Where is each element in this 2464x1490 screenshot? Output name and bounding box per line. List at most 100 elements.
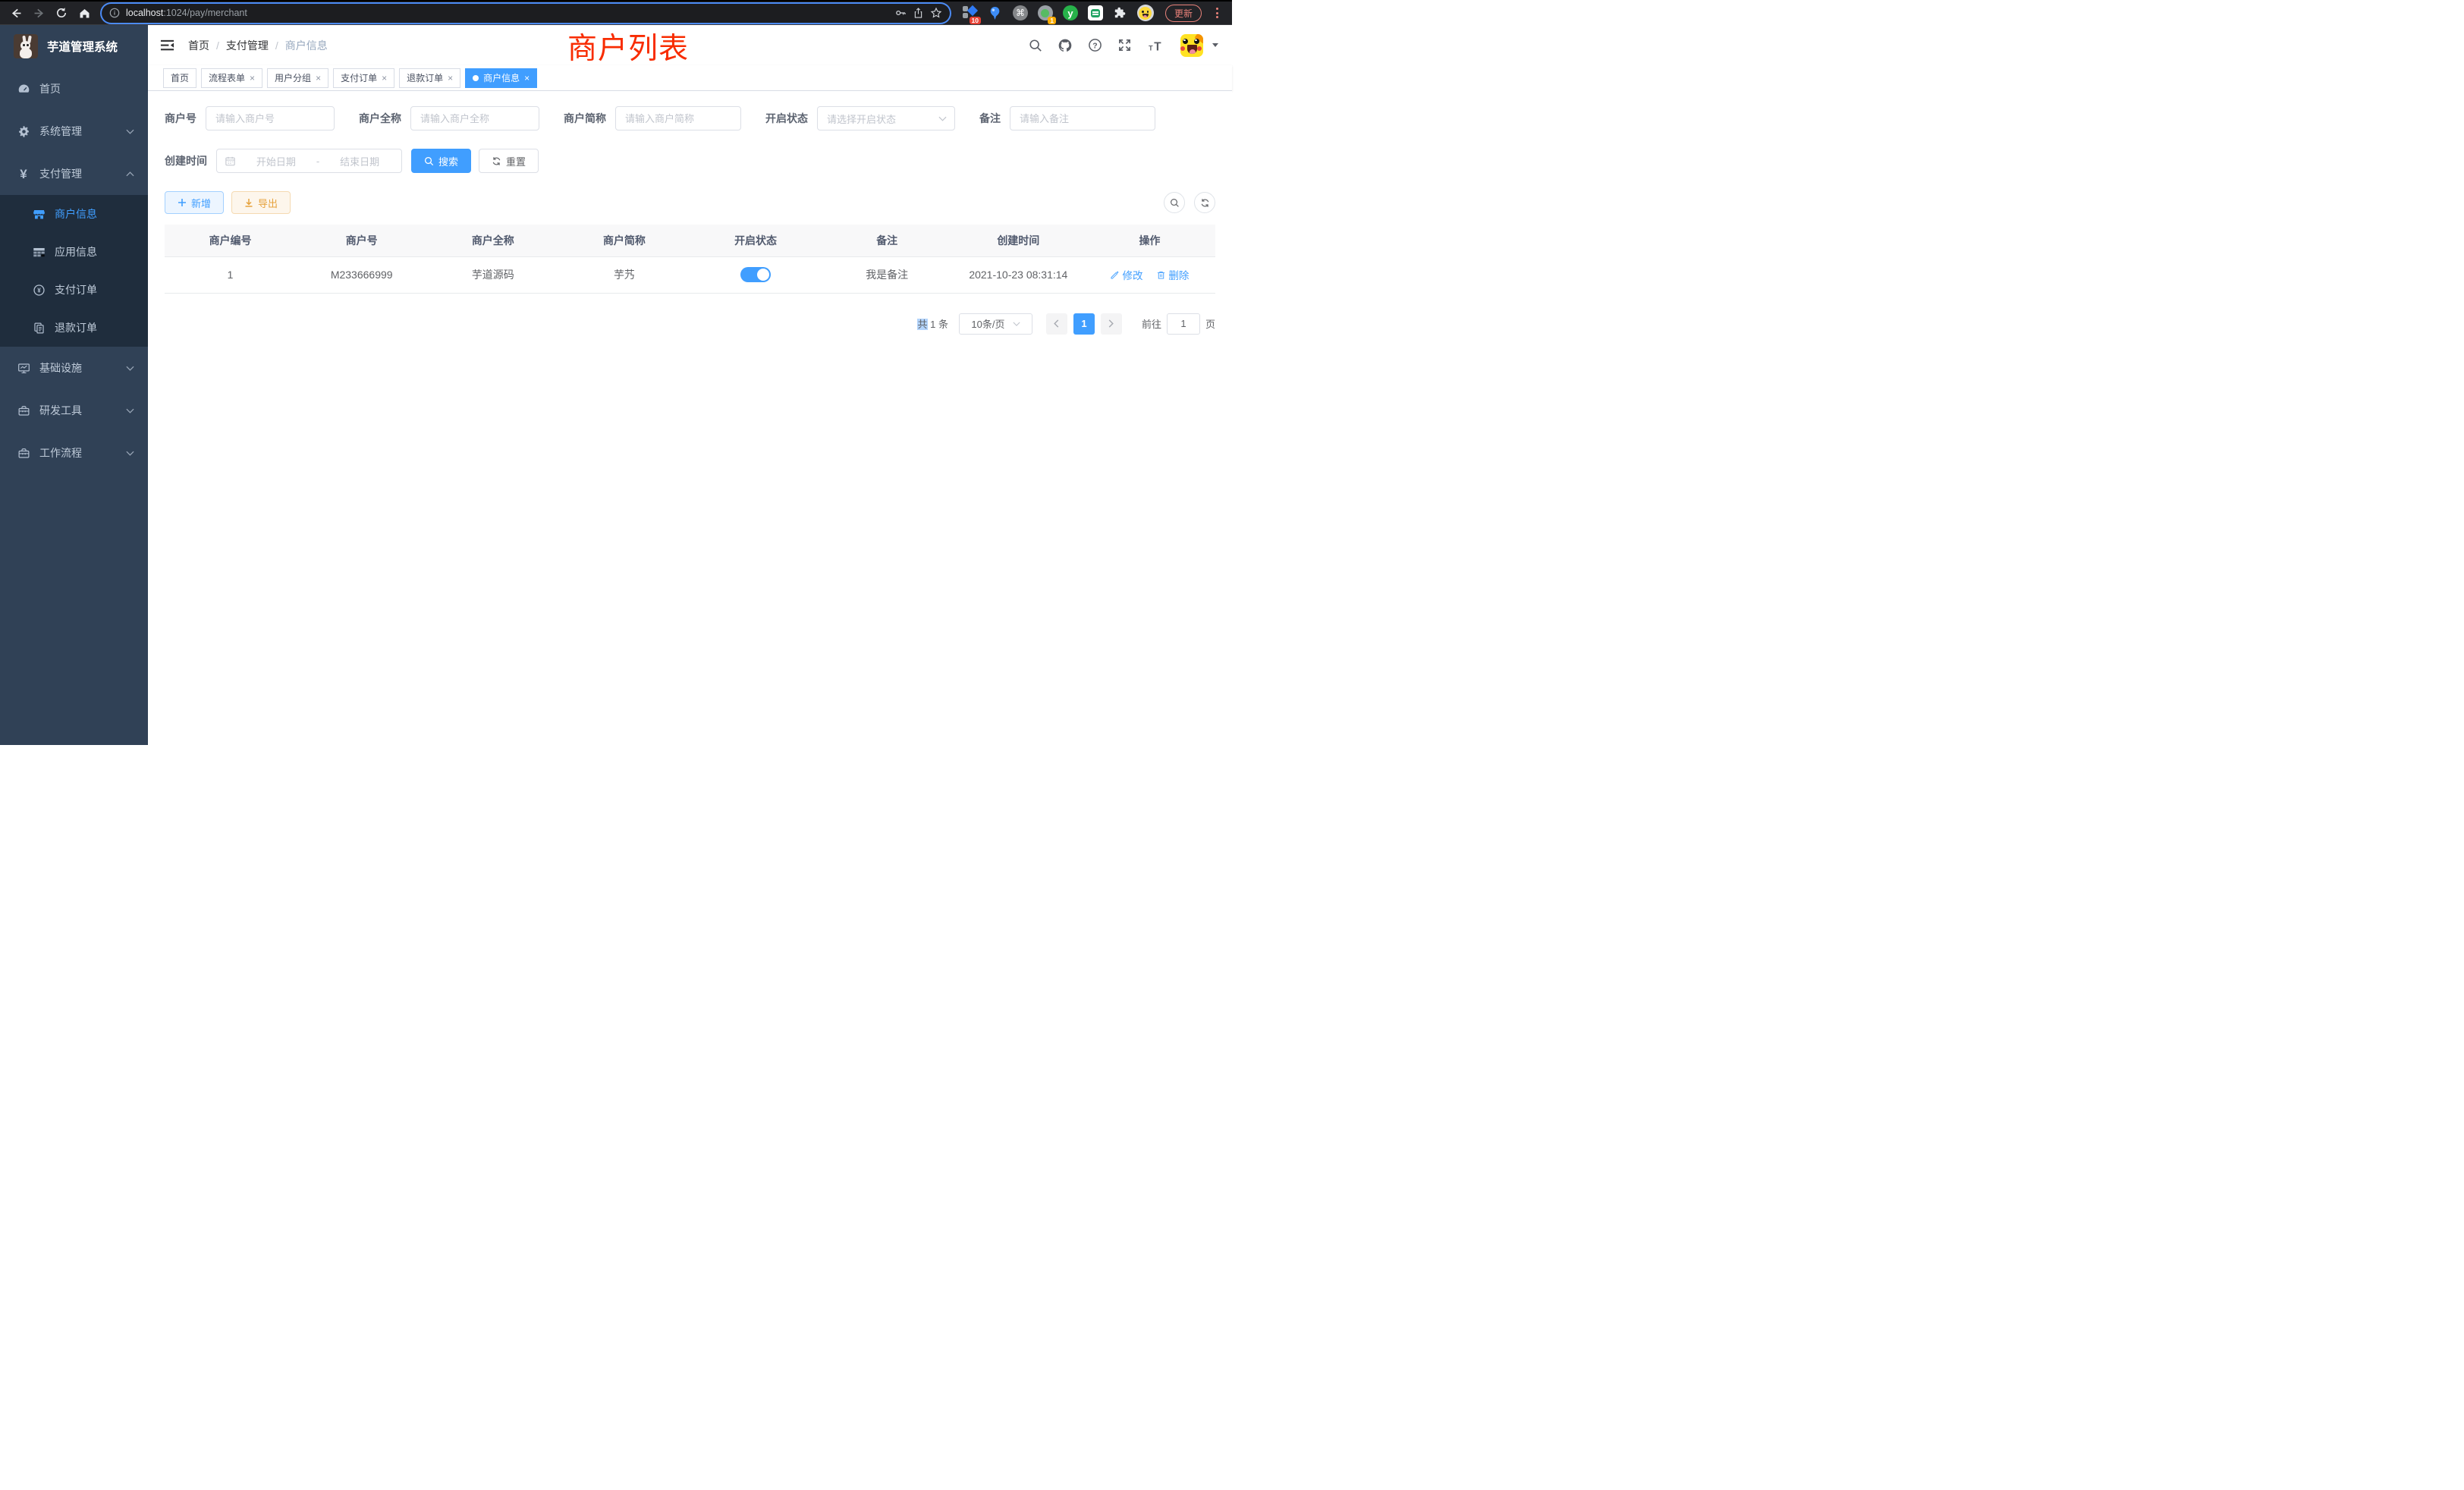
refresh-icon <box>1200 198 1210 208</box>
tab-close-icon[interactable]: × <box>382 74 387 83</box>
col-actions: 操作 <box>1084 225 1215 256</box>
bookmark-star-icon[interactable] <box>930 7 942 19</box>
breadcrumb-home[interactable]: 首页 <box>188 38 209 53</box>
address-bar[interactable]: localhost:1024/pay/merchant <box>102 4 950 23</box>
password-key-icon[interactable] <box>894 7 907 19</box>
page-size-value: 10条/页 <box>971 316 1004 331</box>
browser-back-button[interactable] <box>6 3 26 23</box>
extensions-menu-button[interactable] <box>1112 5 1129 21</box>
remark-input[interactable] <box>1010 106 1155 130</box>
header-search-button[interactable] <box>1029 39 1042 52</box>
tab-close-icon[interactable]: × <box>524 74 530 83</box>
github-link[interactable] <box>1058 38 1073 53</box>
goto-label: 前往 <box>1142 316 1161 331</box>
refresh-table-button[interactable] <box>1194 192 1215 213</box>
sidebar-item-pay-order[interactable]: ¥ 支付订单 <box>0 271 148 309</box>
puzzle-icon <box>1114 6 1127 20</box>
extension-y[interactable]: y <box>1062 5 1079 21</box>
extension-chat[interactable] <box>1087 5 1104 21</box>
smiley-avatar-icon <box>1137 5 1154 21</box>
extension-grid-diamond[interactable]: 10 <box>962 5 979 21</box>
chevron-left-icon <box>1053 319 1060 328</box>
browser-profile-avatar[interactable] <box>1137 5 1154 21</box>
tab-close-icon[interactable]: × <box>316 74 321 83</box>
prev-page-button[interactable] <box>1046 313 1067 335</box>
delete-link[interactable]: 删除 <box>1156 267 1189 282</box>
full-name-input[interactable] <box>410 106 539 130</box>
sidebar-item-label: 工作流程 <box>39 445 117 461</box>
tab-label: 退款订单 <box>407 71 443 84</box>
page-size-select[interactable]: 10条/页 <box>959 313 1032 335</box>
status-select[interactable]: 请选择开启状态 <box>817 106 955 130</box>
tab-label: 支付订单 <box>341 71 377 84</box>
sidebar-item-app-info[interactable]: 应用信息 <box>0 233 148 271</box>
next-page-button[interactable] <box>1101 313 1122 335</box>
yen-circle-icon: ¥ <box>32 284 46 297</box>
browser-update-button[interactable]: 更新 <box>1165 5 1202 22</box>
filter-row-2: 创建时间 开始日期 - 结束日期 搜索 重置 <box>165 149 1215 173</box>
browser-menu-button[interactable] <box>1216 8 1218 18</box>
help-button[interactable]: ? <box>1088 38 1102 52</box>
merchant-table: 商户编号 商户号 商户全称 商户简称 开启状态 备注 创建时间 操作 1 <box>165 225 1215 294</box>
chevron-down-icon <box>126 366 134 371</box>
sidebar-logo[interactable]: 芋道管理系统 <box>0 25 148 68</box>
tab-home[interactable]: 首页 <box>163 68 196 88</box>
sidebar-item-workflow[interactable]: 工作流程 <box>0 432 148 474</box>
extension-command[interactable]: ⌘ <box>1012 5 1029 21</box>
fullscreen-button[interactable] <box>1117 38 1132 52</box>
goto-page-input[interactable] <box>1167 313 1200 335</box>
chevron-down-icon <box>126 408 134 413</box>
sidebar-collapse-button[interactable] <box>160 38 174 52</box>
user-avatar[interactable] <box>1180 34 1203 57</box>
sidebar-item-infra[interactable]: 基础设施 <box>0 347 148 389</box>
create-time-range-picker[interactable]: 开始日期 - 结束日期 <box>216 149 402 173</box>
sidebar-item-pay[interactable]: ¥ 支付管理 <box>0 152 148 195</box>
sidebar-item-label: 支付管理 <box>39 166 117 181</box>
tab-pay-order[interactable]: 支付订单 × <box>333 68 394 88</box>
active-dot-icon <box>473 75 479 81</box>
tab-user-group[interactable]: 用户分组× <box>267 68 328 88</box>
avatar-caret-icon[interactable] <box>1212 43 1218 47</box>
app: 芋道管理系统 首页 系统管理 ¥ 支付管理 <box>0 25 1232 745</box>
tab-refund-order[interactable]: 退款订单 × <box>399 68 460 88</box>
merchant-no-input[interactable] <box>206 106 335 130</box>
sidebar-item-refund-order[interactable]: 退款订单 <box>0 309 148 347</box>
selected-text: 共 <box>917 319 927 330</box>
command-icon: ⌘ <box>1013 5 1028 20</box>
tab-process-form[interactable]: 流程表单× <box>201 68 262 88</box>
browser-home-button[interactable] <box>74 3 94 23</box>
filter-row-1: 商户号 商户全称 商户简称 开启状态 请选择开启状态 <box>165 106 1215 130</box>
export-button[interactable]: 导出 <box>231 191 291 214</box>
extension-green-dot[interactable]: 1 <box>1037 5 1054 21</box>
font-size-button[interactable]: TT <box>1147 39 1165 52</box>
breadcrumb-pay[interactable]: 支付管理 <box>226 38 269 53</box>
browser-reload-button[interactable] <box>52 3 71 23</box>
toggle-search-button[interactable] <box>1164 192 1185 213</box>
monitor-icon <box>17 362 30 375</box>
tab-close-icon[interactable]: × <box>448 74 453 83</box>
search-button[interactable]: 搜索 <box>411 149 471 173</box>
short-name-input[interactable] <box>615 106 741 130</box>
y-icon: y <box>1063 5 1078 20</box>
extension-badge: 1 <box>1048 17 1056 25</box>
site-info-icon[interactable] <box>109 8 120 18</box>
question-icon: ? <box>1088 38 1102 52</box>
sidebar-item-system[interactable]: 系统管理 <box>0 110 148 152</box>
reset-button[interactable]: 重置 <box>479 149 539 173</box>
tab-merchant-info[interactable]: 商户信息× <box>465 68 537 88</box>
sidebar-item-devtools[interactable]: 研发工具 <box>0 389 148 432</box>
table-grid-icon <box>32 246 46 259</box>
pagination-goto: 前往 页 <box>1142 313 1215 335</box>
sidebar-item-home[interactable]: 首页 <box>0 68 148 110</box>
tab-close-icon[interactable]: × <box>250 74 255 83</box>
page-number-1[interactable]: 1 <box>1073 313 1095 335</box>
sidebar-item-merchant-info[interactable]: 商户信息 <box>0 195 148 233</box>
share-icon[interactable] <box>913 7 924 19</box>
status-toggle[interactable] <box>740 267 771 282</box>
trash-icon <box>1156 270 1166 280</box>
start-date-placeholder: 开始日期 <box>242 154 310 168</box>
extension-balloon[interactable] <box>987 5 1004 21</box>
add-button[interactable]: 新增 <box>165 191 224 214</box>
edit-link[interactable]: 修改 <box>1110 267 1142 282</box>
browser-forward-button[interactable] <box>29 3 49 23</box>
